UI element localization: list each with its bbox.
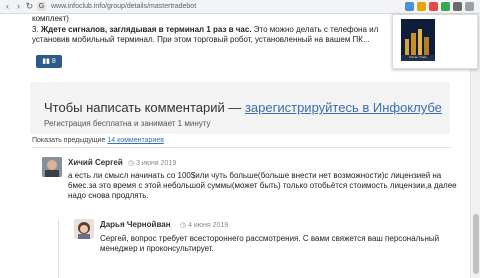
comment-text: Сергей, вопрос требует всестороннего рас… (100, 234, 439, 254)
browser-toolbar: ‹ › ↻ G www.infoclub.info/group/details/… (0, 0, 480, 14)
list-item-3-bold: Ждете сигналов, заглядывая в терминал 1 … (40, 25, 252, 34)
menu-icon[interactable] (465, 2, 474, 11)
comment-text: а есть ли смысл начинать со 100$или чуть… (68, 171, 457, 201)
comment-date: ◷ 4 июня 2019 (180, 221, 228, 229)
back-icon[interactable]: ‹ (2, 1, 13, 12)
comment-line: надо снова продлять. (68, 191, 149, 200)
reply-thread-line (58, 219, 59, 278)
avatar[interactable] (74, 219, 94, 239)
comment-prompt: Чтобы написать комментарий — зарегистрир… (30, 82, 450, 134)
extension-icon[interactable] (441, 2, 450, 11)
address-bar[interactable]: www.infoclub.info/group/details/mastertr… (51, 3, 196, 10)
avatar[interactable] (42, 157, 62, 177)
show-previous-link[interactable]: 14 комментариев (107, 137, 164, 144)
extensions-area (405, 2, 474, 11)
list-item-3: 3. Ждете сигналов, заглядывая в терминал… (32, 25, 392, 45)
likes-count: 8 (51, 58, 56, 65)
comment-line: а есть ли смысл начинать со 100$или чуть… (68, 171, 442, 180)
list-item-tail: комплект) (32, 14, 69, 23)
scrollbar-thumb[interactable] (473, 214, 479, 274)
comment-date-text: 4 июня 2019 (188, 222, 229, 229)
extension-icon[interactable] (405, 2, 414, 11)
extension-icon[interactable] (429, 2, 438, 11)
reload-icon[interactable]: ↻ (24, 1, 35, 12)
comment-line: 6мес.за это время с этой небольшой суммы… (68, 181, 457, 190)
comment-line: Сергей, вопрос требует всестороннего рас… (100, 234, 440, 243)
show-previous-label: Показать предыдущие (32, 137, 108, 144)
comment-author[interactable]: Дарья Чернойван (100, 220, 171, 229)
forward-icon[interactable]: › (13, 1, 24, 12)
popup-caption: Master Trade (409, 55, 427, 59)
comment-date-text: 3 июня 2019 (136, 160, 177, 167)
clock-icon: ◷ (180, 222, 187, 229)
user-photo-icon (42, 157, 62, 177)
list-item-3-line2: установив мобильный терминал. При этом т… (32, 35, 370, 44)
likes-button[interactable]: ▮▮ 8 (36, 55, 62, 68)
clock-icon: ◷ (128, 160, 135, 167)
comment-author[interactable]: Хичий Сергей (68, 158, 123, 167)
site-icon: G (37, 2, 46, 11)
comment-prompt-subtitle: Регистрация бесплатна и занимает 1 минут… (44, 119, 211, 128)
bar-chart-icon: ▮▮ (42, 58, 50, 65)
extension-popup: Master Trade (392, 14, 478, 69)
divider (32, 147, 452, 148)
register-link[interactable]: зарегистрируйтесь в Инфоклубе (245, 100, 442, 115)
comment-line: менеджер и проконсультирует. (100, 244, 214, 253)
list-item-3-number: 3. (32, 25, 41, 34)
extension-icon[interactable] (417, 2, 426, 11)
show-previous: Показать предыдущие 14 комментариев (32, 137, 164, 144)
extension-icon[interactable] (453, 2, 462, 11)
comment-prompt-title: Чтобы написать комментарий — зарегистрир… (44, 100, 442, 115)
user-photo-icon (74, 219, 94, 239)
comment-date: ◷ 3 июня 2019 (128, 159, 176, 167)
comment-prompt-prefix: Чтобы написать комментарий — (44, 100, 245, 115)
list-item-3-rest: Это можно делать с телефона ил (251, 25, 379, 34)
popup-image[interactable]: Master Trade (401, 19, 435, 61)
